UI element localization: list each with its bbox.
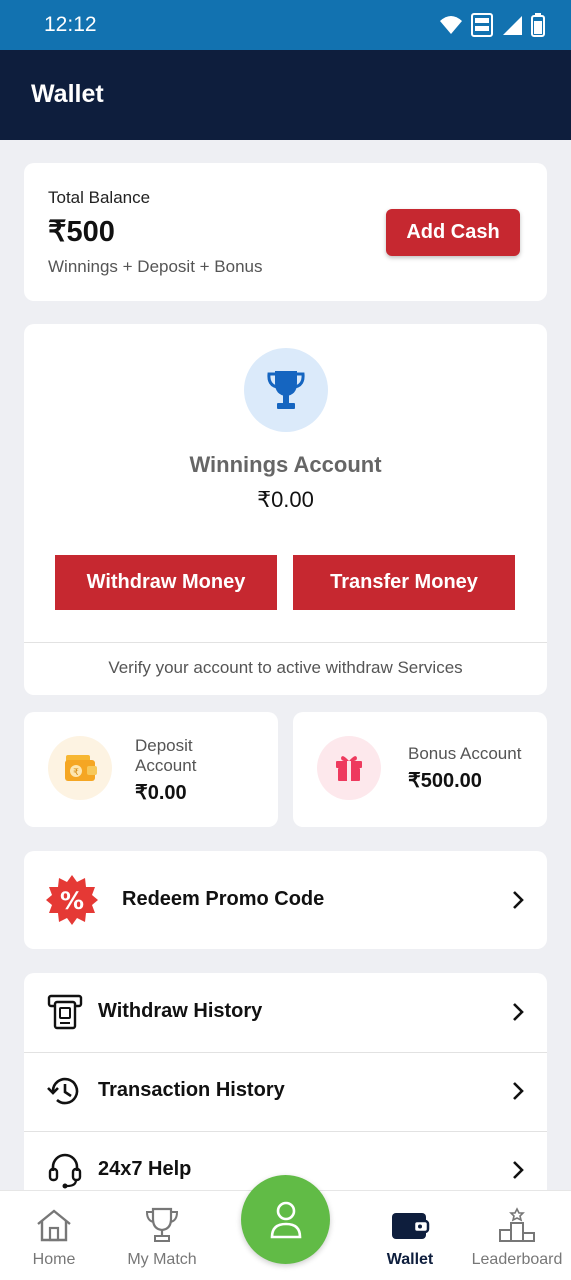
total-balance-card: Total Balance ₹500 Winnings + Deposit + … — [24, 163, 547, 301]
transaction-history-label: Transaction History — [98, 1079, 285, 1101]
withdraw-history-label: Withdraw History — [98, 1000, 263, 1022]
status-time: 12:12 — [44, 13, 97, 36]
history-icon — [47, 1077, 79, 1105]
winnings-account-card: Winnings Account ₹0.00 Withdraw Money Tr… — [24, 324, 547, 695]
page-title: Wallet — [31, 80, 104, 108]
balance-breakdown: Winnings + Deposit + Bonus — [48, 257, 263, 276]
total-balance-label: Total Balance — [48, 188, 151, 207]
nav-leaderboard-label: Leaderboard — [471, 1251, 563, 1268]
wallet-icon — [390, 1207, 430, 1243]
profile-button[interactable] — [241, 1175, 330, 1264]
deposit-account-amount: ₹0.00 — [135, 782, 187, 804]
profile-icon — [270, 1201, 301, 1238]
divider — [24, 642, 547, 643]
nav-my-match-label: My Match — [127, 1251, 197, 1268]
nav-leaderboard[interactable]: Leaderboard — [468, 1191, 566, 1280]
discount-badge-icon: % — [46, 875, 98, 925]
signal-icon — [503, 16, 522, 35]
status-icons — [439, 13, 545, 37]
svg-text:%: % — [60, 887, 84, 915]
svg-text:₹: ₹ — [73, 768, 79, 778]
home-icon — [34, 1207, 74, 1243]
nav-home[interactable]: Home — [14, 1191, 94, 1280]
total-balance-amount: ₹500 — [48, 216, 115, 248]
nav-wallet-label: Wallet — [386, 1251, 434, 1268]
winnings-account-title: Winnings Account — [189, 452, 382, 477]
battery-icon — [531, 13, 545, 37]
withdraw-money-button[interactable]: Withdraw Money — [55, 555, 277, 610]
chevron-right-icon — [513, 1003, 524, 1021]
help-label: 24x7 Help — [98, 1158, 192, 1180]
deposit-wallet-icon: ₹ — [48, 736, 112, 800]
headset-icon — [48, 1153, 82, 1189]
bonus-account-card[interactable]: Bonus Account ₹500.00 — [293, 712, 547, 827]
nav-wallet[interactable]: Wallet — [372, 1191, 448, 1280]
wifi-icon — [440, 16, 462, 34]
trophy-icon — [142, 1207, 182, 1243]
chevron-right-icon — [513, 891, 524, 909]
bonus-account-amount: ₹500.00 — [408, 770, 482, 792]
transfer-money-button[interactable]: Transfer Money — [293, 555, 515, 610]
transaction-history-row[interactable]: Transaction History — [24, 1052, 547, 1131]
receipt-icon — [47, 994, 83, 1030]
nav-my-match[interactable]: My Match — [116, 1191, 208, 1280]
verify-account-text[interactable]: Verify your account to active withdraw S… — [24, 658, 547, 678]
podium-icon — [497, 1207, 537, 1243]
gift-icon — [317, 736, 381, 800]
trophy-icon — [244, 348, 328, 432]
withdraw-history-row[interactable]: Withdraw History — [24, 973, 547, 1052]
redeem-promo-label: Redeem Promo Code — [122, 888, 325, 910]
status-bar: 12:12 — [0, 0, 571, 50]
volte-icon — [471, 13, 493, 37]
add-cash-button[interactable]: Add Cash — [386, 209, 520, 256]
app-header: Wallet — [0, 50, 571, 140]
bonus-account-label: Bonus Account — [408, 744, 522, 763]
winnings-amount: ₹0.00 — [257, 487, 314, 512]
deposit-account-card[interactable]: ₹ Deposit Account ₹0.00 — [24, 712, 278, 827]
chevron-right-icon — [513, 1082, 524, 1100]
nav-home-label: Home — [32, 1251, 76, 1268]
deposit-account-label: Deposit Account — [135, 736, 197, 775]
redeem-promo-code-row[interactable]: % Redeem Promo Code — [24, 851, 547, 949]
chevron-right-icon — [513, 1161, 524, 1179]
